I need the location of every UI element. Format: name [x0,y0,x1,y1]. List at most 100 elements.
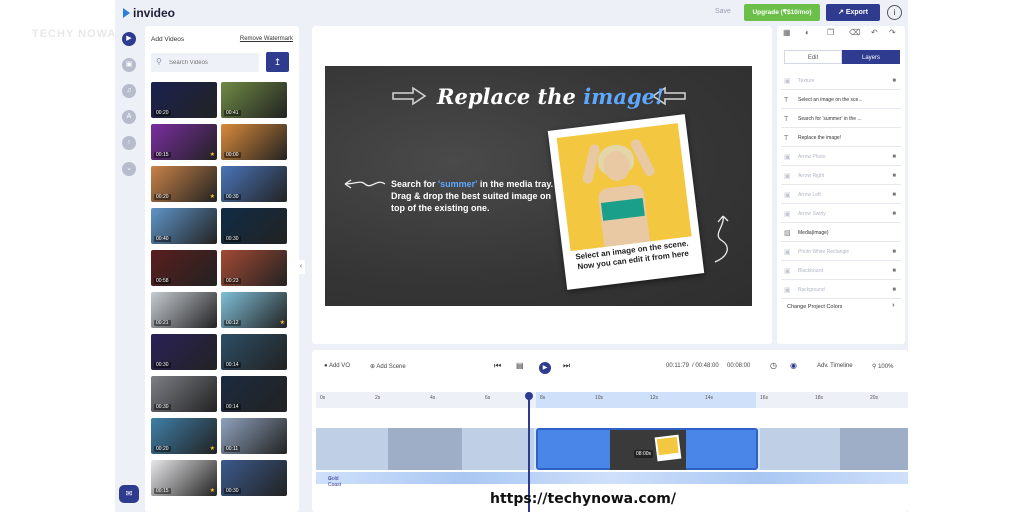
lock-icon[interactable]: ■ [892,206,896,223]
layer-item[interactable]: T Search for 'summer' in the ... [781,111,901,128]
layer-item[interactable]: ▣ Texture ■ [781,73,901,90]
music-icon[interactable]: ♫ [122,84,136,98]
tab-edit[interactable]: Edit [784,50,842,64]
add-scene-button[interactable]: ⊕ Add Scene [370,363,406,370]
grid-icon[interactable]: ▦ [783,28,791,37]
video-thumbnail[interactable]: 00:30 [221,208,287,244]
undo-icon[interactable]: ↶ [871,28,878,37]
video-thumbnail[interactable]: 00:12 ★ [221,292,287,328]
video-thumbnail[interactable]: 00:20 ★ [151,166,217,202]
premium-icon: ★ [209,446,215,452]
scene-duration-badge: 08:00s [634,450,654,458]
skip-back-icon[interactable]: ⏮ [494,361,501,371]
scene-duration[interactable]: 00:08:00 [727,363,750,369]
save-button[interactable]: Save [715,8,731,15]
ruler-tick: 2s [375,395,381,401]
video-thumbnail[interactable]: 00:58 [151,250,217,286]
premium-icon: ★ [209,488,215,494]
scene-clip[interactable] [760,428,908,470]
thumbnail-duration: 00:14 [224,404,241,410]
video-thumbnail[interactable]: 00:15 ★ [151,124,217,160]
scene-photo[interactable] [556,123,692,252]
audio-track[interactable]: ♫ Gold Coast [316,472,908,488]
video-thumbnail[interactable]: 00:41 [221,82,287,118]
scene-clip[interactable] [316,428,534,470]
layer-label: Arrow Swirly [798,211,826,217]
upload-button[interactable]: ↥ [266,52,289,72]
lock-icon[interactable]: ■ [892,73,896,90]
clock-icon[interactable]: ◷ [770,361,777,370]
video-thumbnail[interactable]: 00:20 [151,82,217,118]
layer-item[interactable]: ▣ Background ■ [781,282,901,299]
video-thumbnail[interactable]: 00:40 [151,208,217,244]
remove-watermark-link[interactable]: Remove Watermark [240,36,293,42]
video-icon[interactable]: ▶ [122,32,136,46]
image-icon[interactable]: ▣ [122,58,136,72]
scene-track: 08:00s [316,428,908,470]
video-thumbnail[interactable]: 00:20 ★ [151,418,217,454]
zoom-control[interactable]: ⚲ 100% [872,363,893,370]
scene-preview-icon[interactable]: ▤ [516,361,524,370]
chat-icon[interactable]: ✉ [119,485,139,503]
play-button[interactable]: ▶ [539,362,551,374]
search-videos-input[interactable] [151,53,259,72]
lock-icon[interactable]: ■ [892,149,896,166]
video-thumbnail[interactable]: 00:15 ★ [151,460,217,496]
layer-item[interactable]: ▣ Arrow Swirly ■ [781,206,901,223]
video-thumbnail[interactable]: 00:11 [221,418,287,454]
skip-forward-icon[interactable]: ⏭ [563,361,570,371]
playhead-handle[interactable] [525,392,533,400]
ruler-tick: 18s [815,395,824,401]
app-name: invideo [133,6,176,20]
scene-clip-selected[interactable]: 08:00s [536,428,758,470]
upload-icon: ↥ [273,57,282,67]
layer-item[interactable]: ▨ Media(image) [781,225,901,242]
record-icon[interactable]: ◉ [790,361,797,370]
lock-icon[interactable]: ■ [892,187,896,204]
video-thumbnail[interactable]: 00:14 [221,334,287,370]
lock-icon[interactable]: ■ [892,244,896,261]
duplicate-icon[interactable]: ❐ [827,28,834,37]
video-thumbnail[interactable]: 00:30 [151,376,217,412]
premium-icon: ★ [279,320,285,326]
lock-icon[interactable]: ■ [892,263,896,280]
app-logo[interactable]: invideo [123,6,175,20]
collapse-panel-icon[interactable]: ‹ [297,260,305,274]
layer-item[interactable]: T Select an image on the sce... [781,92,901,109]
layer-item[interactable]: T Replace the image! [781,130,901,147]
add-vo-button[interactable]: ● Add VO [324,363,350,369]
layer-item[interactable]: ▣ Arrow Left ■ [781,187,901,204]
scene-preview[interactable]: Replace the image! Search for 'summer' i… [325,66,752,306]
video-thumbnail[interactable]: 00:21 [151,292,217,328]
thumbnail-duration: 00:30 [154,404,171,410]
delete-icon[interactable]: ⌫ [849,28,860,37]
video-thumbnail[interactable]: 00:00 [221,124,287,160]
palette-icon[interactable]: ◐ [805,28,810,37]
palette-icon[interactable]: ◑ [891,302,895,309]
info-icon[interactable]: i [887,5,902,20]
video-thumbnail[interactable]: 00:23 [221,250,287,286]
export-button[interactable]: ↗ Export [826,4,880,21]
video-thumbnail[interactable]: 00:30 [221,460,287,496]
lock-icon[interactable]: ■ [892,168,896,185]
change-project-colors-button[interactable]: Change Project Colors [787,304,842,310]
upgrade-button[interactable]: Upgrade (₹$10/mo) [744,4,820,21]
text-icon[interactable]: A [122,110,136,124]
more-icon[interactable]: ⌄ [122,162,136,176]
lock-icon[interactable]: ■ [892,282,896,299]
time-ruler[interactable]: 0s 2s 4s 6s 8s 10s 12s 14s 16s 18s 20s [316,392,908,408]
layer-item[interactable]: ▣ Blackboard ■ [781,263,901,280]
layer-item[interactable]: ▣ Arrow Right ■ [781,168,901,185]
tab-layers[interactable]: Layers [842,50,900,64]
redo-icon[interactable]: ↷ [889,28,896,37]
video-thumbnail[interactable]: 00:14 [221,376,287,412]
video-thumbnail[interactable]: 00:30 [221,166,287,202]
thumbnail-duration: 00:15 [154,152,171,158]
layer-item[interactable]: ▣ Arrow Photo ■ [781,149,901,166]
scene-clip-thumb [840,428,908,470]
upload-icon[interactable]: ↑ [122,136,136,150]
video-thumbnail[interactable]: 00:30 [151,334,217,370]
photo-frame[interactable]: Select an image on the scene. Now you ca… [547,114,705,290]
layer-item[interactable]: ▣ Photo White Rectangle ■ [781,244,901,261]
adv-timeline-button[interactable]: Adv. Timeline [817,363,853,369]
